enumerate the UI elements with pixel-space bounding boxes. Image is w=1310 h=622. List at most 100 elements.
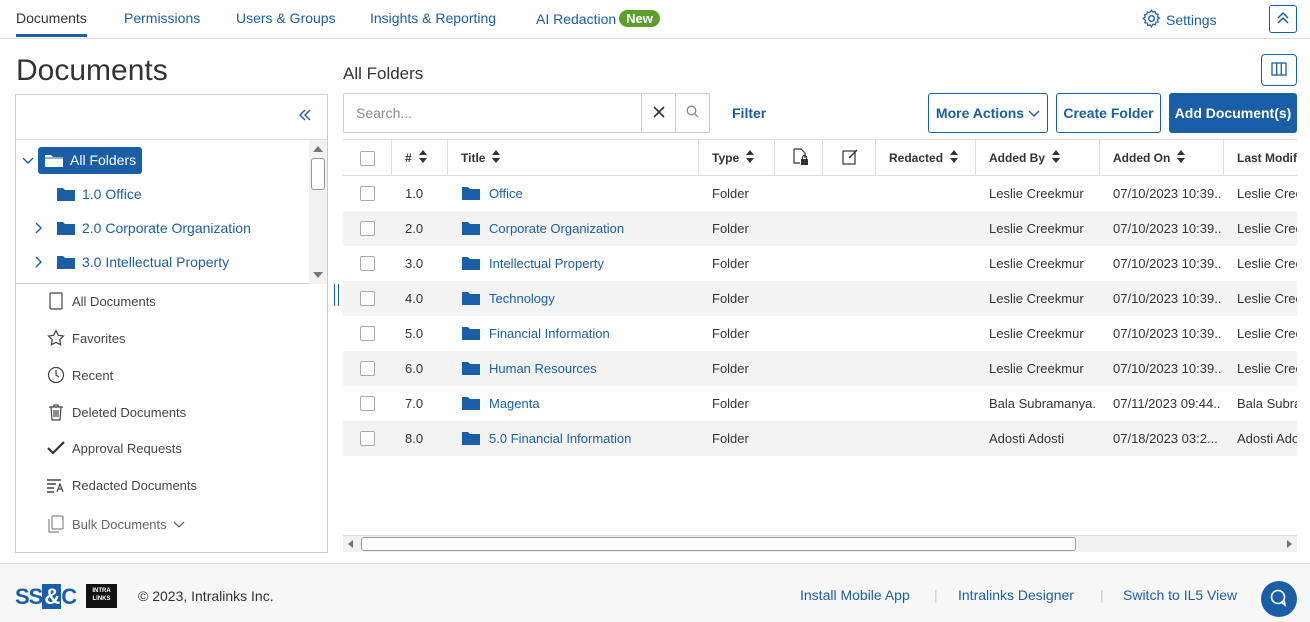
- lock-document-icon: [792, 147, 809, 169]
- cell-title-label: Corporate Organization: [489, 221, 625, 236]
- chevron-down-icon[interactable]: [22, 154, 36, 166]
- cell-type: Folder: [712, 431, 749, 446]
- settings-button[interactable]: Settings: [1141, 8, 1217, 32]
- quick-link-bulk-documents[interactable]: Bulk Documents: [46, 515, 185, 533]
- quick-link-all-documents[interactable]: All Documents: [46, 292, 156, 310]
- row-checkbox-cell: [360, 211, 380, 246]
- columns-icon: [1271, 61, 1287, 79]
- intralinks-designer-link[interactable]: Intralinks Designer: [958, 587, 1074, 603]
- column-header-title[interactable]: Title: [448, 140, 699, 176]
- tree-item-office[interactable]: 1.0 Office: [56, 180, 142, 208]
- cell-title[interactable]: Magenta: [461, 386, 696, 421]
- cell-title[interactable]: 5.0 Financial Information: [461, 421, 696, 456]
- column-chooser-button[interactable]: [1261, 54, 1297, 86]
- scroll-right-icon[interactable]: [1287, 540, 1292, 548]
- cell-title[interactable]: Office: [461, 176, 696, 211]
- cell-added-on: 07/10/2023 10:39...: [1113, 326, 1221, 341]
- star-icon: [46, 329, 66, 347]
- row-checkbox[interactable]: [360, 291, 375, 306]
- row-checkbox-cell: [360, 386, 380, 421]
- row-checkbox[interactable]: [360, 431, 375, 446]
- tab-ai-redaction[interactable]: AI Redaction New: [536, 10, 660, 37]
- cell-added-by: Bala Subramanya...: [989, 396, 1097, 411]
- row-checkbox[interactable]: [360, 396, 375, 411]
- column-header-edit[interactable]: [823, 140, 876, 176]
- quick-link-approval-requests[interactable]: Approval Requests: [46, 440, 182, 456]
- select-all-checkbox[interactable]: [360, 150, 375, 166]
- collapse-header-button[interactable]: [1269, 5, 1297, 33]
- cell-title[interactable]: Intellectual Property: [461, 246, 696, 281]
- column-header-number[interactable]: #: [392, 140, 448, 176]
- search-input[interactable]: [344, 94, 641, 132]
- new-badge: New: [619, 10, 660, 27]
- tree-item-all-folders-selected[interactable]: All Folders: [38, 146, 143, 174]
- tab-documents[interactable]: Documents: [16, 10, 87, 37]
- folder-icon: [461, 396, 481, 411]
- tree-item-intellectual-property[interactable]: 3.0 Intellectual Property: [32, 248, 229, 276]
- collapse-panel-icon[interactable]: [297, 107, 313, 126]
- row-checkbox[interactable]: [360, 256, 375, 271]
- table-row[interactable]: 1.0 Office Folder Leslie Creekmur 07/10/2023…: [343, 176, 1297, 211]
- folder-icon: [461, 326, 481, 341]
- quick-link-favorites[interactable]: Favorites: [46, 329, 125, 347]
- table-row[interactable]: 7.0 Magenta Folder Bala Subramanya... 07/11/…: [343, 386, 1297, 421]
- scroll-thumb[interactable]: [311, 158, 325, 190]
- quick-link-recent[interactable]: Recent: [46, 366, 113, 384]
- footer-separator: |: [934, 587, 938, 603]
- add-documents-button[interactable]: Add Document(s): [1169, 93, 1297, 133]
- search-button[interactable]: [675, 94, 709, 132]
- tab-insights-reporting[interactable]: Insights & Reporting: [370, 10, 496, 37]
- cell-title[interactable]: Human Resources: [461, 351, 696, 386]
- chat-button[interactable]: [1261, 581, 1297, 617]
- tab-permissions[interactable]: Permissions: [124, 10, 200, 37]
- close-icon: [652, 105, 665, 121]
- filter-button[interactable]: Filter: [732, 105, 766, 121]
- install-mobile-app-link[interactable]: Install Mobile App: [800, 587, 910, 603]
- cell-title[interactable]: Corporate Organization: [461, 211, 696, 246]
- tab-users-groups[interactable]: Users & Groups: [236, 10, 336, 37]
- table-row[interactable]: 6.0 Human Resources Folder Leslie Creekmur 0…: [343, 351, 1297, 386]
- switch-to-il5-link[interactable]: Switch to IL5 View: [1123, 587, 1237, 603]
- more-actions-button[interactable]: More Actions: [928, 93, 1048, 133]
- table-row[interactable]: 8.0 5.0 Financial Information Folder Adosti…: [343, 421, 1297, 456]
- cell-title[interactable]: Financial Information: [461, 316, 696, 351]
- horizontal-scrollbar[interactable]: [343, 535, 1297, 552]
- clear-search-button[interactable]: [641, 94, 675, 132]
- row-checkbox[interactable]: [360, 186, 375, 201]
- sort-icon: [1177, 150, 1186, 166]
- cell-number: 8.0: [405, 431, 424, 446]
- panel-splitter-handle[interactable]: [334, 284, 339, 306]
- column-header-added-on[interactable]: Added On: [1100, 140, 1224, 176]
- tree-item-all-folders[interactable]: All Folders: [22, 146, 143, 174]
- tab-ai-redaction-label: AI Redaction: [536, 11, 617, 27]
- quick-link-deleted-documents[interactable]: Deleted Documents: [46, 403, 186, 421]
- column-header-redacted[interactable]: Redacted: [876, 140, 976, 176]
- table-row[interactable]: 5.0 Financial Information Folder Leslie Cre…: [343, 316, 1297, 351]
- column-header-added-by[interactable]: Added By: [976, 140, 1100, 176]
- tree-item-corporate-organization[interactable]: 2.0 Corporate Organization: [32, 214, 251, 242]
- column-header-last-modified[interactable]: Last Modif: [1224, 140, 1297, 176]
- row-checkbox[interactable]: [360, 361, 375, 376]
- scroll-down-icon[interactable]: [313, 272, 323, 278]
- column-header-lock[interactable]: [775, 140, 823, 176]
- quick-link-redacted-documents[interactable]: Redacted Documents: [46, 477, 197, 493]
- cell-number: 7.0: [405, 396, 424, 411]
- row-checkbox[interactable]: [360, 326, 375, 341]
- column-header-label: Added By: [989, 151, 1046, 165]
- scroll-left-icon[interactable]: [348, 540, 353, 548]
- table-row[interactable]: 3.0 Intellectual Property Folder Leslie Cre…: [343, 246, 1297, 281]
- table-row[interactable]: 2.0 Corporate Organization Folder Leslie Cr…: [343, 211, 1297, 246]
- column-header-type[interactable]: Type: [699, 140, 775, 176]
- chevron-right-icon[interactable]: [32, 222, 56, 234]
- folder-icon: [461, 186, 481, 201]
- chevron-right-icon[interactable]: [32, 256, 56, 268]
- row-checkbox-cell: [360, 316, 380, 351]
- chevron-down-icon[interactable]: [173, 519, 185, 529]
- cell-title[interactable]: Technology: [461, 281, 696, 316]
- table-row[interactable]: 4.0 Technology Folder Leslie Creekmur 07/10/…: [343, 281, 1297, 316]
- row-checkbox[interactable]: [360, 221, 375, 236]
- tree-scrollbar[interactable]: [309, 140, 327, 284]
- scroll-thumb[interactable]: [361, 537, 1076, 551]
- create-folder-button[interactable]: Create Folder: [1056, 93, 1161, 133]
- scroll-up-icon[interactable]: [313, 146, 323, 152]
